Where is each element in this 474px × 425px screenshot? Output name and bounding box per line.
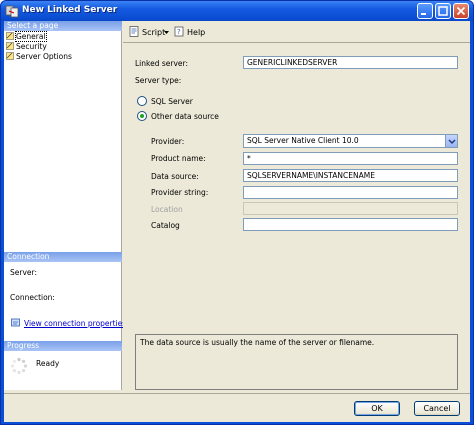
description-text: The data source is usually the name of t… (140, 338, 375, 347)
page-item-label: Security (16, 42, 47, 51)
server-label: Server: (10, 268, 37, 277)
provider-string-input[interactable] (243, 186, 458, 199)
page-item-label: Server Options (16, 52, 72, 61)
progress-spinner-icon (10, 357, 28, 375)
connection-header: Connection (4, 252, 122, 262)
page-item-label: General (15, 31, 47, 42)
script-icon (129, 26, 139, 37)
description-panel: The data source is usually the name of t… (135, 334, 458, 390)
page-item-server-options[interactable]: Server Options (6, 52, 72, 62)
window-title: New Linked Server (22, 5, 118, 15)
help-icon: ? (174, 26, 184, 37)
page-item-security[interactable]: Security (6, 42, 47, 52)
script-dropdown-button[interactable] (164, 26, 171, 35)
provider-dropdown-button[interactable] (445, 135, 457, 147)
left-pane: Select a page General Security Server Op… (4, 21, 126, 390)
provider-select[interactable]: SQL Server Native Client 10.0 (243, 134, 458, 148)
server-type-label: Server type: (135, 76, 182, 85)
data-source-input[interactable]: SQLSERVERNAME\INSTANCENAME (243, 169, 458, 182)
provider-label: Provider: (151, 137, 185, 146)
provider-string-label: Provider string: (151, 188, 209, 197)
help-label: Help (187, 28, 206, 37)
page-icon (6, 32, 14, 40)
ok-button[interactable]: OK (354, 401, 400, 416)
view-connection-properties-label: View connection properties (24, 319, 127, 328)
script-button[interactable]: Script (129, 26, 165, 37)
maximize-button[interactable] (435, 3, 451, 19)
sql-server-radio[interactable] (137, 96, 147, 106)
page-item-general[interactable]: General (6, 31, 47, 42)
product-name-input[interactable]: * (243, 152, 458, 165)
other-data-source-radio-label: Other data source (151, 112, 219, 121)
minimize-icon (421, 13, 426, 15)
catalog-label: Catalog (151, 221, 180, 230)
help-button[interactable]: ? Help (174, 26, 205, 37)
maximize-icon (438, 6, 448, 16)
right-pane: Script ? Help Linked server: GENERICLINKE… (123, 21, 470, 390)
catalog-input[interactable] (243, 218, 458, 231)
svg-text:?: ? (177, 28, 181, 36)
connection-properties-icon (11, 318, 20, 327)
product-name-label: Product name: (151, 154, 206, 163)
select-page-header: Select a page (4, 21, 122, 31)
dialog-client-area: Select a page General Security Server Op… (4, 21, 470, 422)
other-data-source-radio[interactable] (137, 111, 147, 121)
chevron-down-icon (164, 31, 169, 34)
title-bar[interactable]: New Linked Server (1, 1, 473, 21)
progress-status: Ready (36, 359, 60, 368)
close-button[interactable] (453, 3, 469, 19)
linked-server-icon (5, 5, 19, 18)
sql-server-radio-label: SQL Server (151, 97, 193, 106)
close-icon (456, 6, 466, 16)
script-label: Script (142, 28, 166, 37)
button-area-separator (4, 393, 470, 394)
progress-header: Progress (4, 341, 122, 351)
provider-selected-value: SQL Server Native Client 10.0 (247, 136, 359, 145)
page-icon (6, 42, 14, 50)
minimize-button[interactable] (417, 3, 433, 19)
location-label: Location (151, 205, 183, 214)
dialog-window: New Linked Server Select a page General … (0, 0, 474, 425)
connection-label: Connection: (10, 293, 55, 302)
chevron-down-icon (448, 139, 456, 145)
data-source-label: Data source: (151, 172, 199, 181)
view-connection-properties-link[interactable]: View connection properties (11, 318, 126, 328)
cancel-button[interactable]: Cancel (414, 401, 460, 416)
linked-server-label: Linked server: (135, 59, 188, 68)
linked-server-input[interactable]: GENERICLINKEDSERVER (243, 56, 458, 69)
page-icon (6, 52, 14, 60)
location-input (243, 202, 458, 215)
toolbar: Script ? Help (123, 21, 470, 43)
